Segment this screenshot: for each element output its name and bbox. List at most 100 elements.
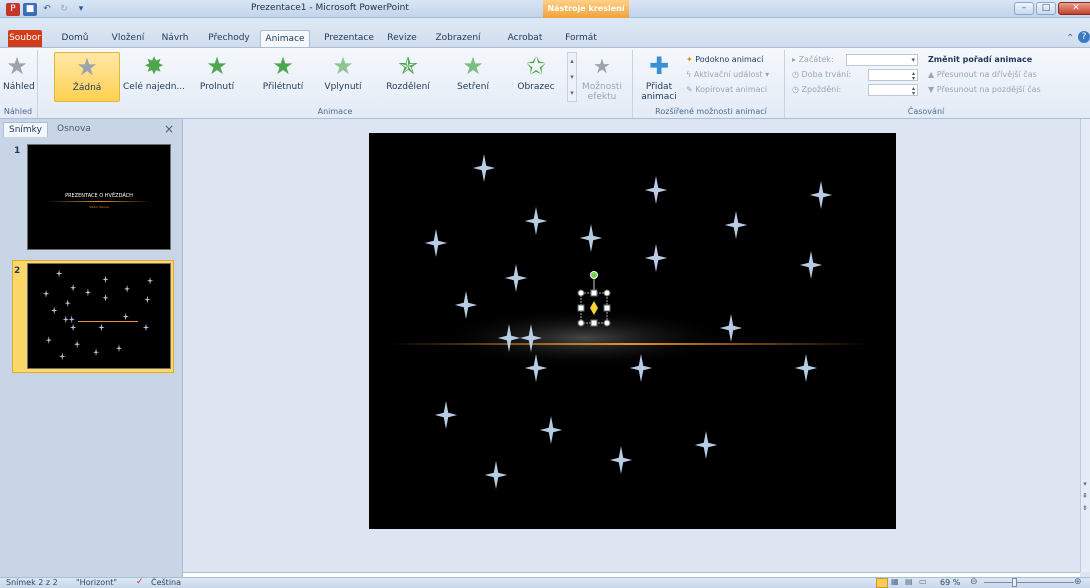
trigger-button[interactable]: ϟ Aktivační událost ▾ [686,68,769,81]
star-shape [724,211,748,239]
language[interactable]: Čeština [151,578,181,587]
star-shape [55,269,63,278]
slide-canvas [389,154,869,489]
delay-icon: ◷ [792,85,799,94]
redo-icon[interactable]: ↻ [57,3,71,16]
thumb-title: PREZENTACE O HVĚZDÁCH [65,193,133,199]
tab-acrobat[interactable]: Acrobat [503,30,547,47]
thumb-number: 1 [14,146,21,156]
tab-file[interactable]: Soubor [8,30,42,47]
ribbon-separator [37,50,38,118]
slide-nav-buttons[interactable]: ▾ ⇞ ⇟ [1081,478,1089,578]
animation-split[interactable]: ✯ Rozdělení [378,52,438,102]
animation-fly-in[interactable]: ★ Přilétnutí [255,52,311,102]
tab-home[interactable]: Domů [58,30,92,47]
star-shape [123,284,131,293]
animation-fade[interactable]: ★ Prolnutí [193,52,241,102]
star-shape [98,323,105,332]
star-shape [424,229,448,257]
help-icon[interactable]: ? [1078,31,1090,43]
star-shape [579,224,603,252]
gallery-scroll[interactable]: ▴ ▾ ▾ [567,52,577,102]
tab-view[interactable]: Zobrazení [428,30,488,47]
tab-slideshow[interactable]: Prezentace [322,30,376,47]
animation-shape[interactable]: ✩ Obrazec [508,52,564,102]
slideshow-view-icon[interactable]: ▭ [919,577,927,586]
star-shape [454,291,478,319]
star-fade-icon: ★ [206,52,228,80]
star-shape [59,352,66,361]
close-button[interactable]: ✕ [1058,2,1090,15]
slide-thumbnail-2[interactable] [27,263,171,369]
spelling-icon[interactable]: ✓ [136,577,144,587]
tab-format[interactable]: Formát [560,30,602,47]
animation-painter-button[interactable]: ✎ Kopírovat animaci [686,83,767,96]
window-title: Prezentace1 - Microsoft PowerPoint [251,3,409,13]
move-later-button[interactable]: ▼ Přesunout na pozdější čas [928,83,1041,96]
tab-animations[interactable]: Animace [260,30,310,48]
animation-float-in[interactable]: ★ Vplynutí [316,52,370,102]
effect-options-button[interactable]: ★ Možnosti efektu [580,52,624,102]
context-tab-drawing-tools: Nástroje kreslení [543,0,629,18]
star-shape [142,323,150,332]
duration-spinner[interactable]: ▴ ▾ [868,69,918,82]
tab-design[interactable]: Návrh [158,30,192,47]
move-earlier-button[interactable]: ▲ Přesunout na dřívější čas [928,68,1037,81]
star-shape [799,251,823,279]
star-shape [504,264,528,292]
slide-sorter-icon[interactable]: ▦ [891,577,899,586]
effect-options-icon: ★ [593,54,611,78]
star-shape [484,461,508,489]
undo-icon[interactable]: ↶ [40,3,54,16]
zoom-in-icon[interactable]: ⊕ [1074,577,1082,587]
close-pane-icon[interactable]: × [164,122,174,136]
slide-thumbnail-1[interactable]: PREZENTACE O HVĚZDÁCH Viktor Šerina [27,144,171,250]
minimize-ribbon-icon[interactable]: ⌃ [1066,33,1074,44]
animation-none[interactable]: ★ Žádná [54,52,120,102]
delay-spinner[interactable]: ▴ ▾ [868,84,918,97]
save-icon[interactable]: ■ [23,2,37,16]
animation-appear[interactable]: ✸ Celé najedn... [122,52,186,102]
minimize-button[interactable]: – [1014,2,1034,15]
zoom-out-icon[interactable]: ⊖ [970,577,978,587]
star-shape [472,154,496,182]
zoom-slider[interactable] [984,582,1074,583]
maximize-button[interactable]: □ [1036,2,1056,15]
preview-star-icon: ★ [6,52,28,80]
animation-pane-button[interactable]: ✦ Podokno animací [686,53,763,66]
customize-qat-icon[interactable]: ▾ [74,3,88,16]
thumb-number: 2 [14,266,21,276]
start-select[interactable]: ▾ [846,54,918,66]
thumb-horizon [46,201,152,202]
slide-counter: Snímek 2 z 2 [6,578,58,587]
reading-view-icon[interactable]: ▤ [905,577,913,586]
add-animation-icon: ✚ [648,52,670,80]
star-shape [45,336,52,345]
tab-outline[interactable]: Osnova [52,122,96,137]
current-slide[interactable] [369,133,896,529]
group-label-advanced-animation: Rozšířené možnosti animací [655,107,767,116]
star-shape [92,348,100,357]
thumb-horizon-line [78,321,138,322]
star-shape [69,323,77,332]
tab-review[interactable]: Revize [383,30,421,47]
add-animation-button[interactable]: ✚ Přidat animaci [638,52,680,102]
zoom-level[interactable]: 69 % [940,578,960,587]
star-shape [809,181,833,209]
animation-wipe[interactable]: ★ Setření [447,52,499,102]
zoom-slider-thumb[interactable] [1012,578,1017,587]
normal-view-icon[interactable] [876,578,888,588]
star-shape [42,289,50,298]
star-shape [794,354,818,382]
start-label: ▸ Začátek: [792,55,834,64]
star-shape [68,315,75,324]
preview-button[interactable]: ★ Náhled [3,52,35,102]
tab-slides[interactable]: Snímky [3,122,48,137]
rotate-handle [590,271,598,279]
star-shape [84,288,92,297]
tab-transitions[interactable]: Přechody [205,30,253,47]
thumb-subtitle: Viktor Šerina [89,205,109,209]
tab-insert[interactable]: Vložení [107,30,149,47]
star-shape [69,283,77,292]
star-shape [144,295,151,304]
